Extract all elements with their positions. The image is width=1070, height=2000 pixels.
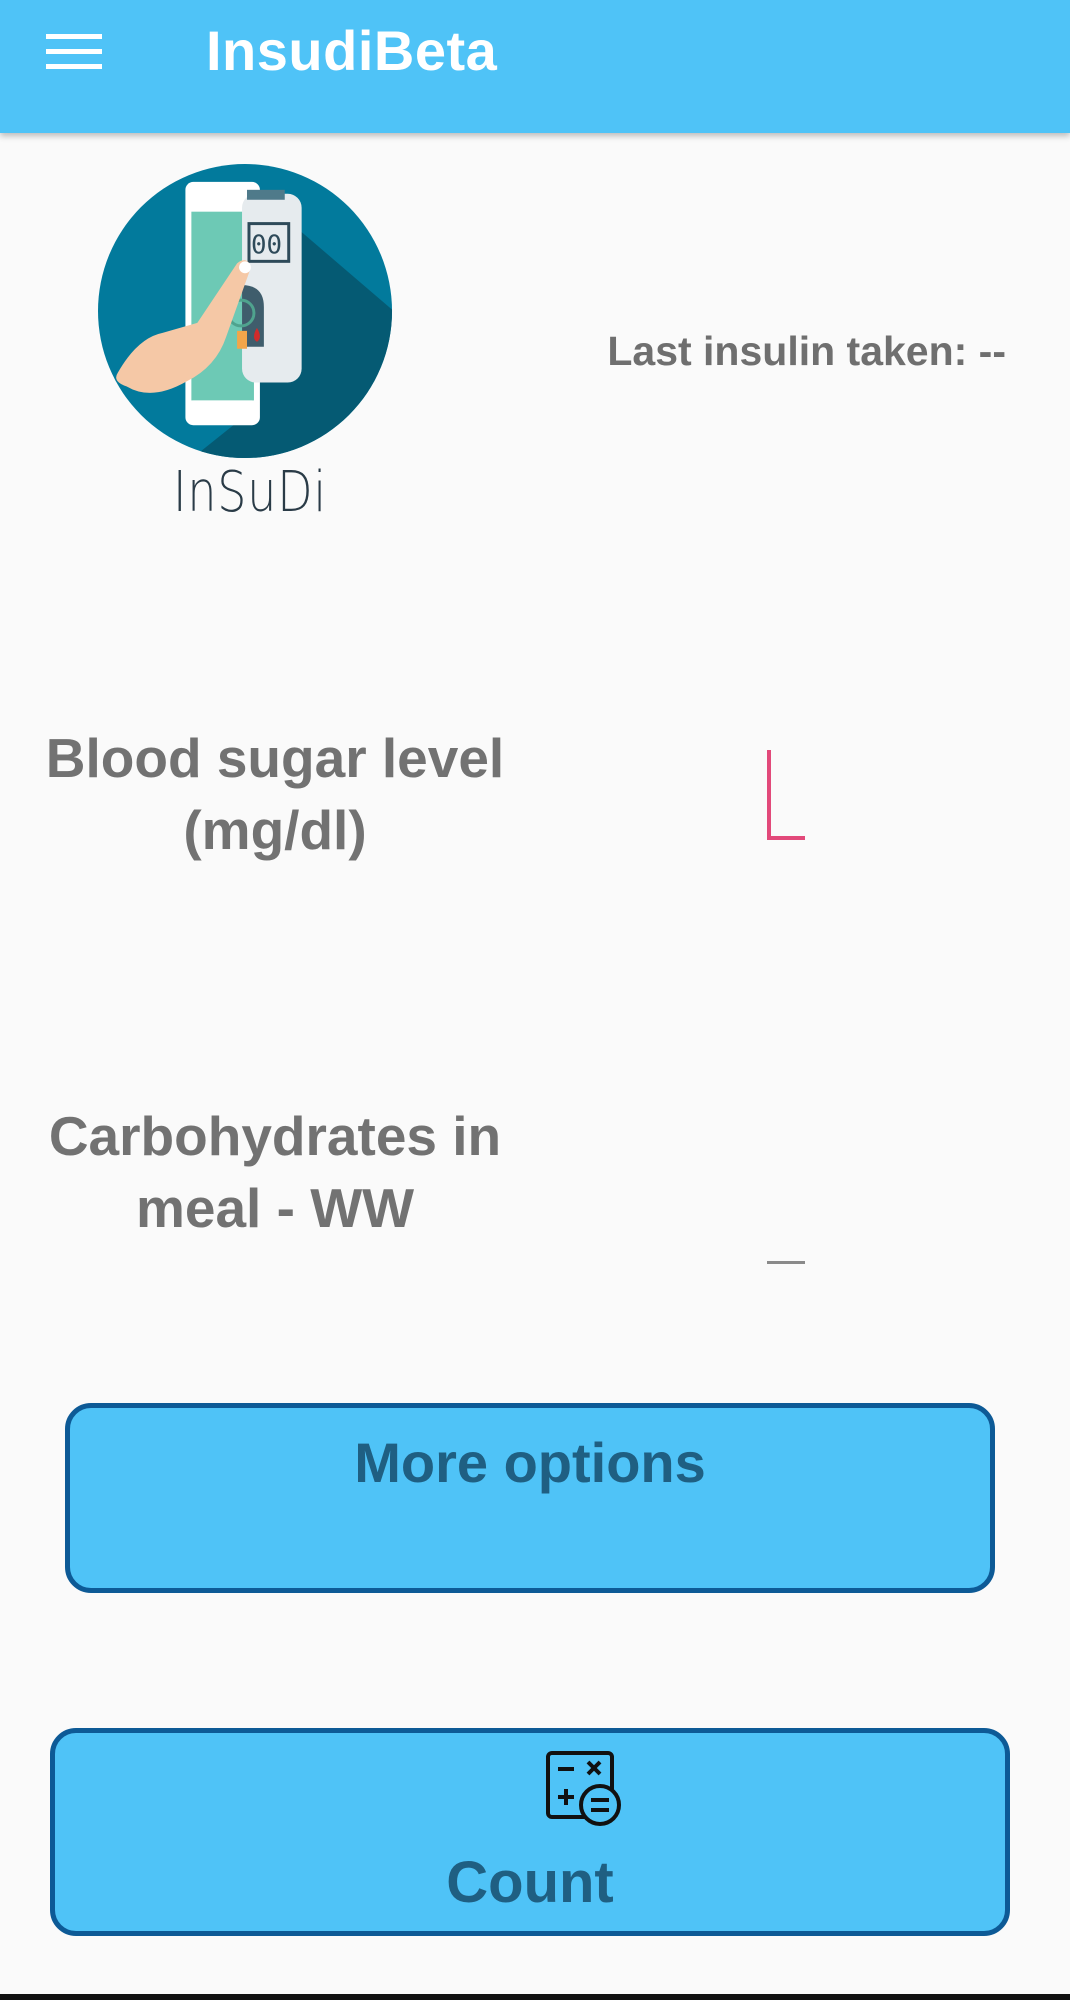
hamburger-menu-icon[interactable]	[40, 28, 108, 76]
more-options-label: More options	[354, 1431, 706, 1494]
menu-bar-line	[46, 34, 102, 39]
app-title: InsudiBeta	[206, 19, 498, 82]
more-options-button[interactable]: More options	[65, 1403, 995, 1593]
blood-sugar-label: Blood sugar level (mg/dl)	[30, 722, 520, 866]
input-underline	[767, 1261, 805, 1264]
menu-bar-line	[46, 64, 102, 69]
count-label: Count	[446, 1850, 614, 1915]
carbohydrates-label-line2: meal - WW	[135, 1177, 415, 1239]
carbohydrates-label-line1: Carbohydrates in	[48, 1105, 502, 1167]
insudi-logo-icon: 00	[98, 164, 393, 459]
svg-text:00: 00	[251, 230, 282, 260]
logo-text: InSuDi	[173, 460, 327, 525]
app-bar: InsudiBeta	[0, 0, 1070, 133]
blood-sugar-input[interactable]	[762, 748, 806, 840]
blood-sugar-label-line1: Blood sugar level	[45, 727, 505, 789]
blood-sugar-label-line2: (mg/dl)	[183, 799, 367, 861]
menu-bar-line	[46, 49, 102, 54]
text-cursor	[767, 750, 771, 838]
last-insulin-status: Last insulin taken: --	[607, 328, 1006, 374]
calculator-icon	[546, 1751, 621, 1826]
bottom-edge	[0, 1994, 1070, 2000]
input-underline	[767, 836, 805, 840]
count-button[interactable]: Count	[50, 1728, 1010, 1936]
carbohydrates-label: Carbohydrates in meal - WW	[30, 1100, 520, 1244]
carbohydrates-input[interactable]	[762, 1172, 806, 1264]
